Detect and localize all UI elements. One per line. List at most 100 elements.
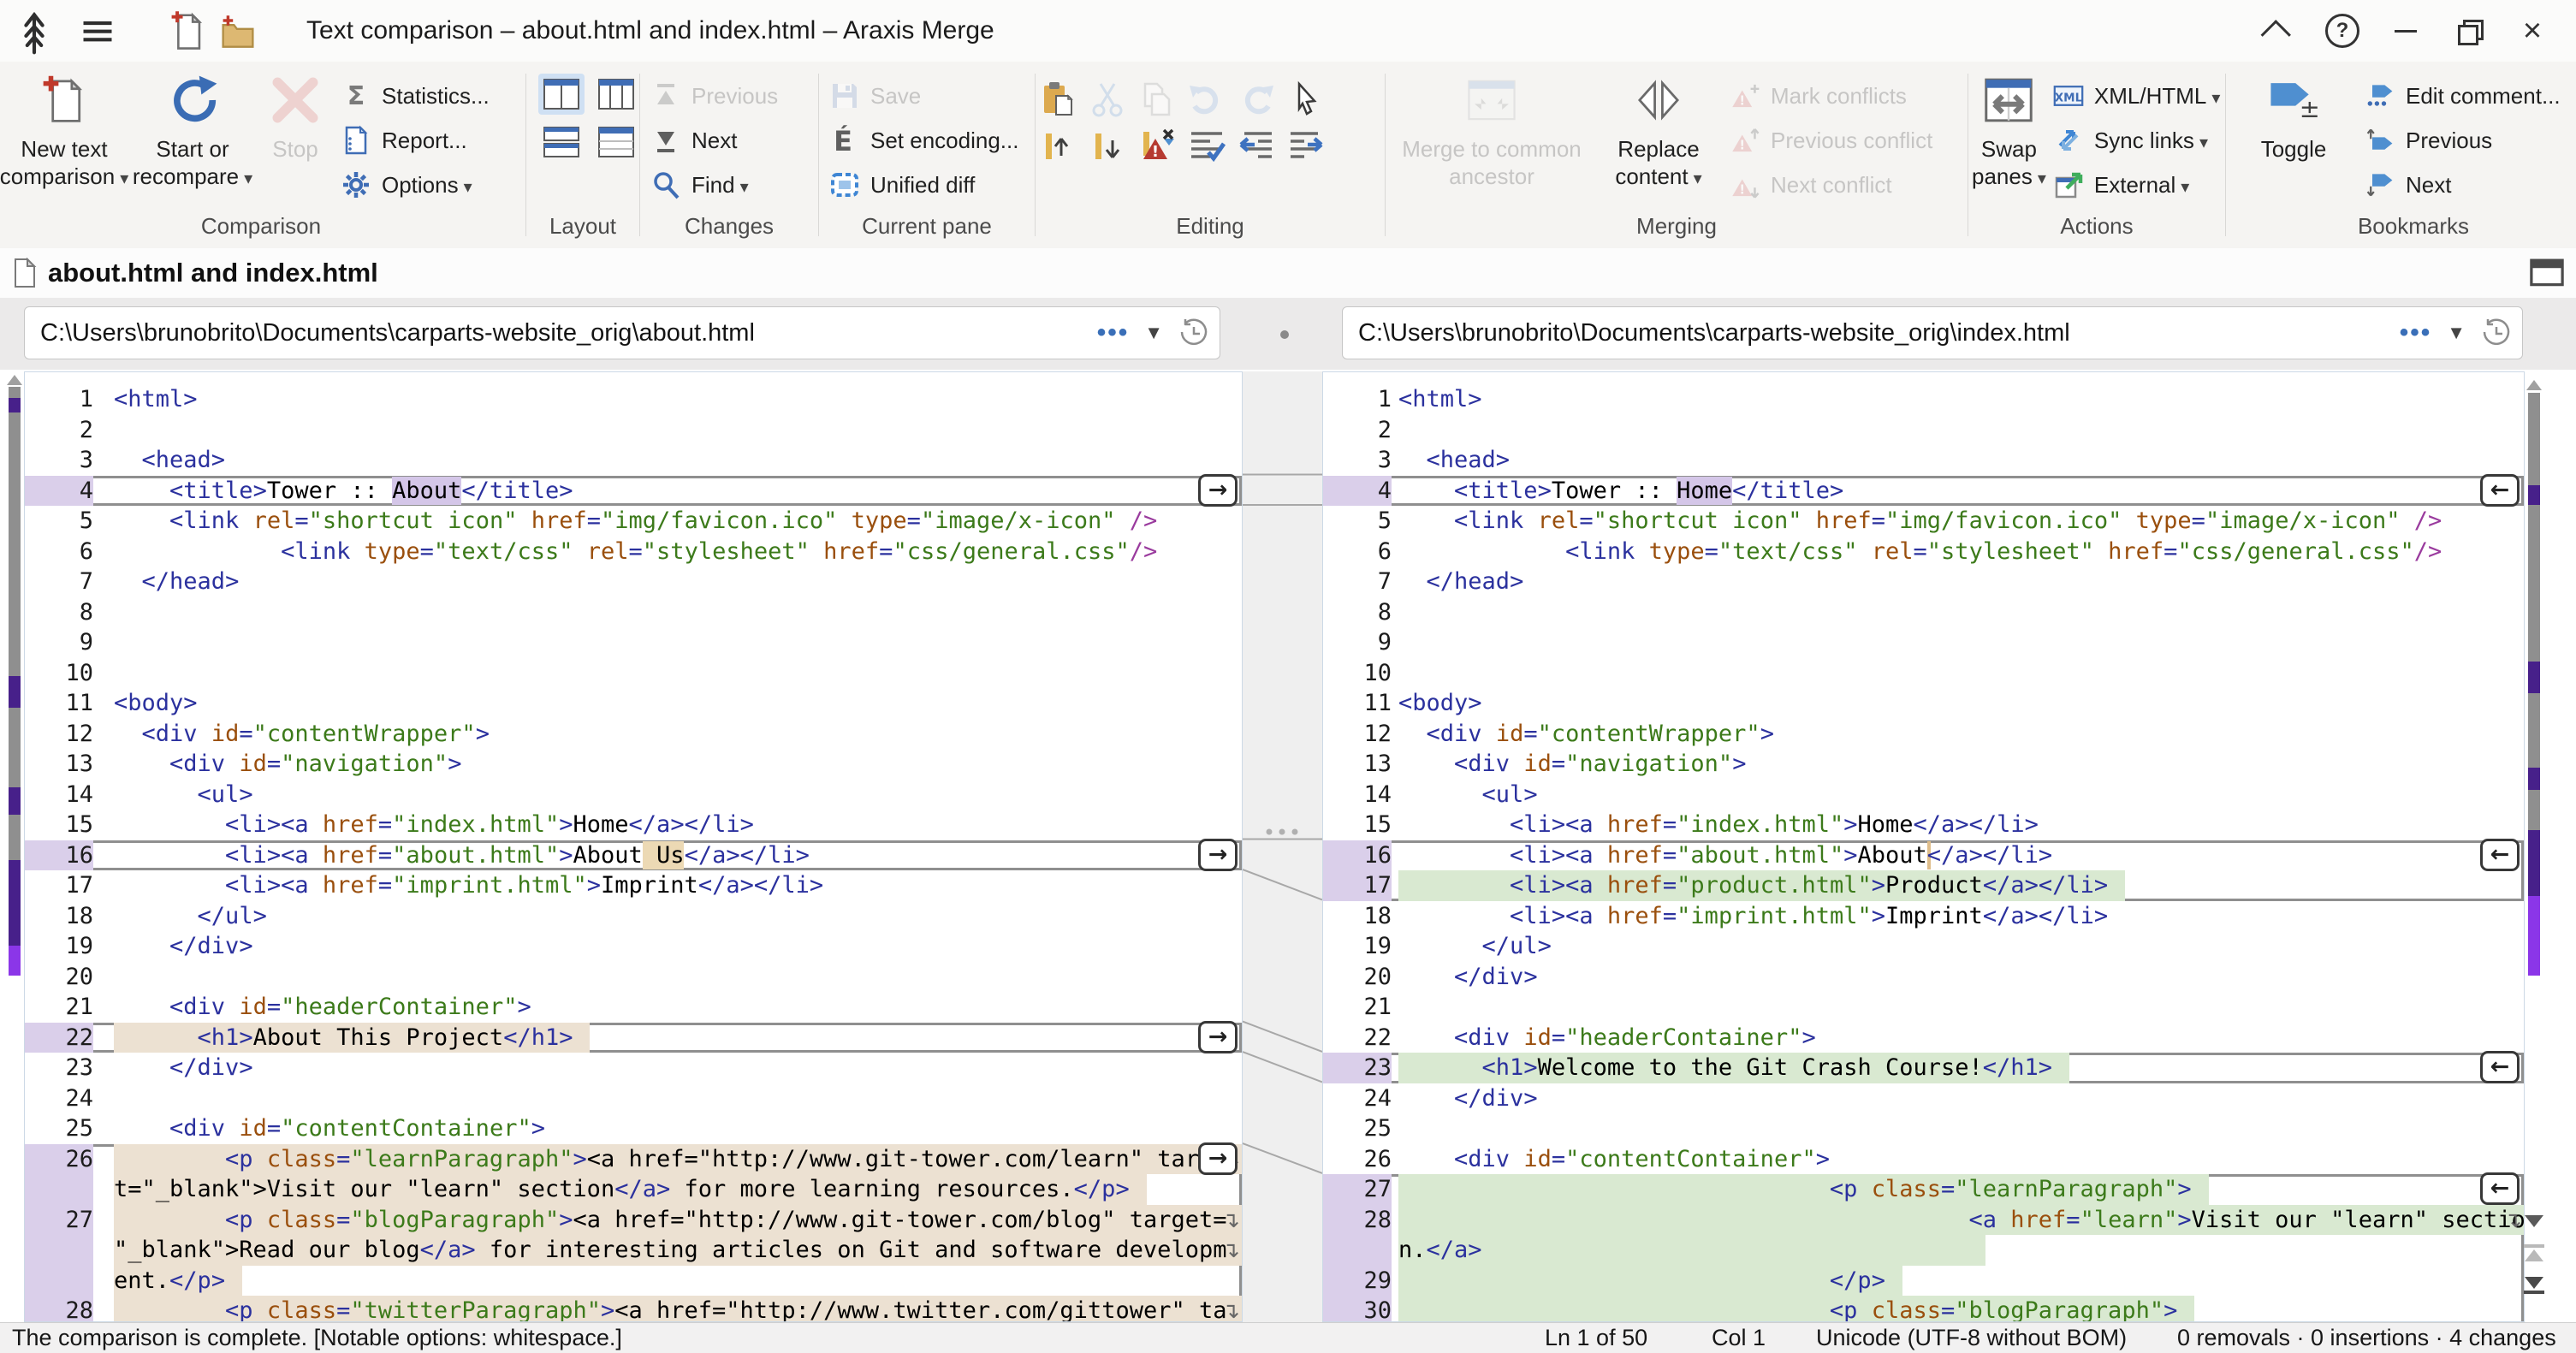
code-line-28[interactable]: 28 <p class="twitterParagraph"><a href="… (25, 1296, 1242, 1322)
code-line-9[interactable]: 9 (1323, 627, 2524, 658)
left-path-dropdown-icon[interactable]: ▼ (1144, 322, 1163, 344)
code-line-16[interactable]: 16 <li><a href="about.html">About Us</a>… (25, 840, 1242, 871)
copy-change-to-left-button[interactable]: ← (2480, 474, 2520, 507)
open-comparison-icon[interactable] (219, 12, 257, 50)
left-file-path-field[interactable]: C:\Users\brunobrito\Documents\carparts-w… (24, 306, 1220, 359)
right-code-pane[interactable]: 1<html>23 <head>4 <title>Tower :: Home</… (1322, 371, 2525, 1322)
minimize-icon[interactable] (2374, 7, 2437, 55)
previous-conflict-button[interactable]: !Previous conflict (1723, 118, 1939, 163)
restore-window-icon[interactable] (2437, 7, 2501, 55)
code-line-16[interactable]: 16 <li><a href="about.html">About</a></l… (1323, 840, 2524, 871)
report-button[interactable]: Report... (334, 118, 496, 163)
redo-button[interactable] (1238, 80, 1275, 118)
code-line-22[interactable]: 22 <h1>About This Project</h1>→ (25, 1023, 1242, 1053)
code-line-20[interactable]: 20 </div> (1323, 962, 2524, 993)
copy-button[interactable] (1138, 80, 1176, 118)
code-line-22[interactable]: 22 <div id="headerContainer"> (1323, 1023, 2524, 1053)
copy-change-to-left-button[interactable]: ← (2480, 839, 2520, 871)
shift-lines-right-button[interactable] (1287, 127, 1325, 164)
swap-panes-button[interactable]: Swap panes▾ (1972, 68, 2046, 193)
code-line-15[interactable]: 15 <li><a href="index.html">Home</a></li… (1323, 810, 2524, 840)
code-line-1[interactable]: 1<html> (1323, 384, 2524, 415)
code-line-25[interactable]: 25 (1323, 1113, 2524, 1144)
right-change-overview-strip[interactable] (2526, 371, 2542, 1322)
code-line-27[interactable]: 27 <p class="blogParagraph"><a href="htt… (25, 1205, 1242, 1236)
code-line-7[interactable]: 7 </head> (25, 567, 1242, 597)
code-line-19[interactable]: 19 </div> (25, 931, 1242, 962)
collapse-ribbon-icon[interactable] (2247, 7, 2311, 55)
code-line-28[interactable]: 28 <a href="learn">Visit our "learn" sec… (1323, 1205, 2524, 1236)
status-encoding[interactable]: Unicode (UTF-8 without BOM) (1816, 1325, 2127, 1351)
code-line-12[interactable]: 12 <div id="contentWrapper"> (1323, 719, 2524, 750)
previous-insertion-point-button[interactable] (1039, 127, 1077, 164)
edit-comment-button[interactable]: Edit comment... (2358, 74, 2567, 118)
comparison-tab[interactable]: about.html and index.html (48, 258, 378, 288)
code-line-26[interactable]: 26 <p class="learnParagraph"><a href="ht… (25, 1144, 1242, 1175)
toggle-bookmark-button[interactable]: ±Toggle (2229, 68, 2358, 163)
find-button[interactable]: Find▾ (644, 163, 785, 207)
code-line-13[interactable]: 13 <div id="navigation"> (25, 749, 1242, 780)
code-line-17[interactable]: 17 <li><a href="product.html">Product</a… (1323, 870, 2524, 901)
code-line-8[interactable]: 8 (1323, 597, 2524, 628)
code-line-5[interactable]: 5 <link rel="shortcut icon" href="img/fa… (25, 506, 1242, 537)
code-line-wrap[interactable]: ent.</p> (25, 1266, 1242, 1297)
new-document-icon[interactable] (169, 12, 207, 50)
code-line-12[interactable]: 12 <div id="contentWrapper"> (25, 719, 1242, 750)
copy-change-to-left-button[interactable]: ← (2480, 1172, 2520, 1205)
external-button[interactable]: External▾ (2046, 163, 2228, 207)
layout-two-panes-button[interactable] (538, 74, 585, 115)
right-previous-change-icon[interactable] (2523, 1244, 2545, 1261)
code-line-9[interactable]: 9 (25, 627, 1242, 658)
code-line-26[interactable]: 26 <div id="contentContainer"> (1323, 1144, 2524, 1175)
statistics-button[interactable]: ΣStatistics... (334, 74, 496, 118)
browse-left-icon[interactable]: ••• (1097, 318, 1130, 347)
left-file-history-icon[interactable] (1178, 317, 1209, 348)
browse-right-icon[interactable]: ••• (2400, 318, 2432, 347)
right-scroll-down-icon[interactable] (2523, 1215, 2545, 1227)
code-line-6[interactable]: 6 <link type="text/css" rel="stylesheet"… (1323, 537, 2524, 567)
code-line-1[interactable]: 1<html> (25, 384, 1242, 415)
layout-stacked-two-button[interactable] (538, 122, 585, 163)
copy-change-to-right-button[interactable]: → (1198, 839, 1238, 871)
maximize-pane-icon[interactable] (2528, 256, 2566, 290)
next-change-button[interactable]: Next (644, 118, 785, 163)
code-line-7[interactable]: 7 </head> (1323, 567, 2524, 597)
code-line-wrap[interactable]: "_blank">Read our blog</a> for interesti… (25, 1235, 1242, 1266)
close-icon[interactable]: × (2501, 7, 2564, 55)
code-line-20[interactable]: 20 (25, 962, 1242, 993)
right-path-dropdown-icon[interactable]: ▼ (2447, 322, 2466, 344)
next-conflict-button[interactable]: !Next conflict (1723, 163, 1939, 207)
code-line-10[interactable]: 10 (1323, 658, 2524, 689)
stop-button[interactable]: Stop (257, 68, 334, 163)
mark-conflicts-button[interactable]: !Mark conflicts (1723, 74, 1939, 118)
start-or-recompare-button[interactable]: Start or recompare▾ (128, 68, 257, 193)
code-line-15[interactable]: 15 <li><a href="index.html">Home</a></li… (25, 810, 1242, 840)
layout-three-panes-button[interactable] (593, 74, 639, 115)
code-line-19[interactable]: 19 </ul> (1323, 931, 2524, 962)
code-line-3[interactable]: 3 <head> (1323, 445, 2524, 476)
code-line-10[interactable]: 10 (25, 658, 1242, 689)
accept-lines-button[interactable] (1188, 127, 1226, 164)
code-line-21[interactable]: 21 <div id="headerContainer"> (25, 992, 1242, 1023)
code-line-11[interactable]: 11<body> (1323, 688, 2524, 719)
code-line-11[interactable]: 11<body> (25, 688, 1242, 719)
code-line-17[interactable]: 17 <li><a href="imprint.html">Imprint</a… (25, 870, 1242, 901)
code-line-30[interactable]: 30 <p class="blogParagraph"> (1323, 1296, 2524, 1322)
code-line-18[interactable]: 18 <li><a href="imprint.html">Imprint</a… (1323, 901, 2524, 932)
copy-change-to-right-button[interactable]: → (1198, 1142, 1238, 1175)
code-line-23[interactable]: 23 <h1>Welcome to the Git Crash Course!<… (1323, 1053, 2524, 1083)
previous-change-button[interactable]: Previous (644, 74, 785, 118)
code-line-wrap[interactable]: n.</a> (1323, 1235, 2524, 1266)
code-line-24[interactable]: 24 </div> (1323, 1083, 2524, 1114)
remove-conflict-markers-button[interactable]: ! (1138, 127, 1176, 164)
code-line-13[interactable]: 13 <div id="navigation"> (1323, 749, 2524, 780)
options-button[interactable]: Options▾ (334, 163, 496, 207)
menu-icon[interactable] (79, 12, 116, 50)
code-line-8[interactable]: 8 (25, 597, 1242, 628)
paste-button[interactable] (1039, 80, 1077, 118)
copy-change-to-right-button[interactable]: → (1198, 474, 1238, 507)
left-change-overview-strip[interactable] (7, 371, 22, 1322)
sync-links-button[interactable]: Sync links▾ (2046, 118, 2228, 163)
right-file-history-icon[interactable] (2481, 317, 2512, 348)
code-line-2[interactable]: 2 (25, 415, 1242, 446)
